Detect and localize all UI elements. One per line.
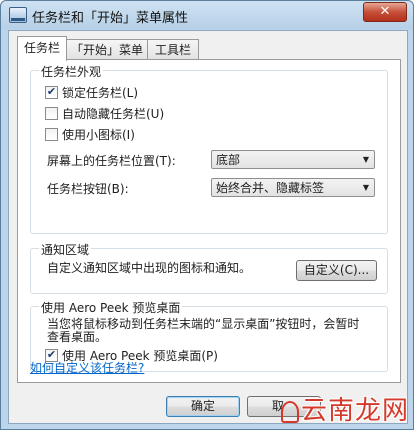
- customize-taskbar-help-link[interactable]: 如何自定义该任务栏?: [30, 359, 144, 376]
- small-icons-checkbox[interactable]: [45, 128, 58, 141]
- autohide-taskbar-label: 自动隐藏任务栏(U): [62, 107, 165, 121]
- checkmark-icon: ✔: [46, 85, 57, 98]
- lock-taskbar-option[interactable]: ✔ 锁定任务栏(L): [45, 85, 138, 101]
- taskbar-buttons-label: 任务栏按钮(B):: [47, 182, 129, 196]
- lock-taskbar-checkbox[interactable]: ✔: [45, 85, 58, 99]
- tab-start-menu[interactable]: 「开始」菜单: [66, 39, 148, 60]
- taskbar-buttons-value: 始终合并、隐藏标签: [216, 181, 325, 195]
- yunnan-longwang-watermark: 云南龙网: [280, 390, 409, 427]
- appearance-group-title: 任务栏外观: [39, 63, 104, 80]
- aero-peek-description-line2: 查看桌面。: [47, 330, 108, 344]
- customize-notification-button[interactable]: 自定义(C)...: [296, 260, 377, 281]
- taskbar-tab-panel: 任务栏外观 ✔ 锁定任务栏(L) 自动隐藏任务栏(U) 使用小图标(I) 屏幕上的…: [17, 59, 401, 383]
- lock-taskbar-label: 锁定任务栏(L): [62, 86, 139, 100]
- tab-toolbars[interactable]: 工具栏: [147, 39, 199, 60]
- taskbar-location-label: 屏幕上的任务栏位置(T):: [47, 154, 176, 168]
- taskbar-location-value: 底部: [216, 153, 241, 167]
- small-icons-label: 使用小图标(I): [62, 128, 135, 142]
- tab-taskbar[interactable]: 任务栏: [17, 36, 67, 61]
- taskbar-buttons-select[interactable]: 始终合并、隐藏标签 ▼: [211, 178, 375, 197]
- notification-description: 自定义通知区域中出现的图标和通知。: [47, 261, 252, 275]
- watermark-text: 云南龙网: [300, 396, 409, 426]
- autohide-taskbar-option[interactable]: 自动隐藏任务栏(U): [45, 106, 164, 122]
- ok-button[interactable]: 确定: [166, 396, 240, 417]
- watermark-logo-icon: [280, 401, 299, 423]
- window-title: 任务栏和「开始」菜单属性: [32, 11, 189, 26]
- notification-group-title: 通知区域: [39, 241, 92, 258]
- taskbar-location-select[interactable]: 底部 ▼: [211, 150, 375, 169]
- taskbar-properties-window: 任务栏和「开始」菜单属性 ✕ 任务栏 「开始」菜单 工具栏 任务栏外观 ✔ 锁定任…: [0, 0, 414, 430]
- dialog-client-area: 任务栏 「开始」菜单 工具栏 任务栏外观 ✔ 锁定任务栏(L) 自动隐藏任务栏(U…: [8, 30, 408, 424]
- close-button[interactable]: ✕: [363, 2, 407, 22]
- chevron-down-icon: ▼: [362, 155, 369, 164]
- aero-peek-group-title: 使用 Aero Peek 预览桌面: [39, 299, 183, 316]
- taskbar-app-icon: [9, 7, 27, 23]
- small-icons-option[interactable]: 使用小图标(I): [45, 127, 135, 143]
- autohide-taskbar-checkbox[interactable]: [45, 107, 58, 120]
- title-bar[interactable]: 任务栏和「开始」菜单属性 ✕: [1, 1, 413, 29]
- chevron-down-icon: ▼: [362, 183, 369, 192]
